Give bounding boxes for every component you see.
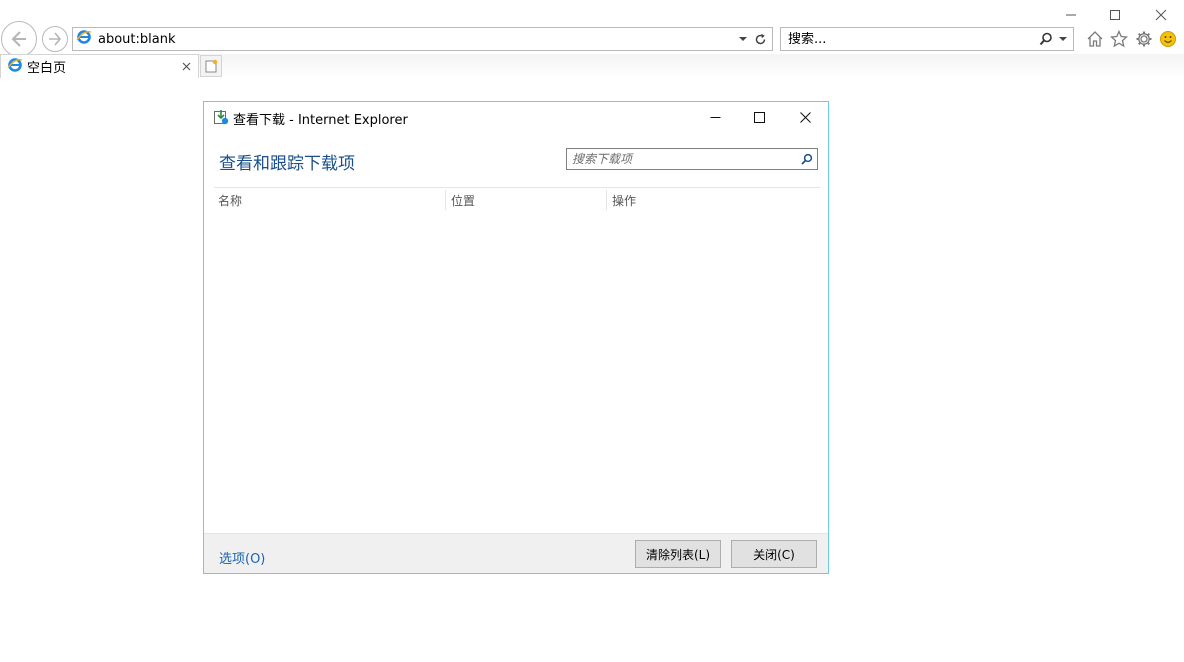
window-minimize-button[interactable]: [1060, 4, 1082, 26]
dialog-titlebar[interactable]: 查看下载 - Internet Explorer: [204, 102, 828, 132]
search-icon: [801, 153, 813, 165]
column-header-location[interactable]: 位置: [451, 192, 475, 209]
column-divider[interactable]: [606, 190, 607, 210]
star-icon: [1110, 30, 1128, 48]
dialog-maximize-button[interactable]: [748, 106, 770, 128]
downloads-search-button[interactable]: [797, 153, 817, 165]
dialog-minimize-button[interactable]: [704, 106, 726, 128]
close-icon: [799, 111, 811, 123]
tools-button[interactable]: [1133, 28, 1155, 50]
refresh-button[interactable]: [750, 33, 770, 46]
address-bar[interactable]: about:blank: [72, 27, 773, 51]
home-icon: [1087, 31, 1103, 47]
tab-label: 空白页: [27, 61, 67, 76]
minimize-icon: [710, 116, 720, 118]
forward-button[interactable]: [42, 26, 68, 52]
chevron-down-icon: [739, 37, 747, 41]
feedback-button[interactable]: [1157, 28, 1179, 50]
options-link[interactable]: 选项(O): [219, 548, 265, 567]
ie-icon: [7, 57, 23, 77]
arrow-right-icon: [49, 32, 62, 46]
close-icon: [1155, 9, 1167, 21]
minimize-icon: [1066, 14, 1076, 16]
address-text[interactable]: about:blank: [98, 32, 736, 47]
close-icon: [182, 62, 190, 71]
window-maximize-button[interactable]: [1104, 4, 1126, 26]
tab-close-button[interactable]: [178, 62, 194, 71]
downloads-search-input[interactable]: [572, 152, 797, 166]
browser-search-box[interactable]: [780, 27, 1074, 51]
dialog-title: 查看下载 - Internet Explorer: [233, 113, 408, 128]
browser-search-input[interactable]: [788, 31, 1037, 47]
clear-list-button[interactable]: 清除列表(L): [635, 540, 721, 568]
tab-bar: 空白页: [0, 54, 1184, 78]
downloads-dialog: 查看下载 - Internet Explorer 查看和跟踪下载项 名称 位置 …: [203, 101, 829, 574]
downloads-icon: [213, 109, 229, 125]
back-button[interactable]: [1, 21, 37, 57]
ie-icon: [76, 29, 92, 49]
favorites-button[interactable]: [1108, 28, 1130, 50]
gear-icon: [1136, 31, 1152, 47]
home-button[interactable]: [1084, 28, 1106, 50]
new-tab-icon: [205, 59, 218, 73]
maximize-icon: [753, 111, 765, 123]
downloads-search-box[interactable]: [566, 148, 818, 170]
dialog-footer: 选项(O) 清除列表(L) 关闭(C): [204, 533, 828, 573]
arrow-left-icon: [11, 31, 26, 47]
column-header-name[interactable]: 名称: [218, 192, 242, 209]
column-divider[interactable]: [445, 190, 446, 210]
dialog-close-button[interactable]: [794, 106, 816, 128]
column-header-actions[interactable]: 操作: [612, 192, 636, 209]
new-tab-button[interactable]: [200, 55, 222, 77]
maximize-icon: [1110, 10, 1120, 20]
chevron-down-icon: [1059, 37, 1067, 41]
dialog-heading: 查看和跟踪下载项: [219, 154, 355, 174]
smiley-icon: [1160, 31, 1176, 47]
search-button[interactable]: [1037, 32, 1055, 46]
close-button[interactable]: 关闭(C): [731, 540, 817, 568]
window-close-button[interactable]: [1150, 4, 1172, 26]
search-icon: [1039, 32, 1052, 46]
address-dropdown-button[interactable]: [736, 36, 750, 42]
search-provider-dropdown[interactable]: [1055, 36, 1071, 42]
downloads-list-header: 名称 位置 操作: [214, 187, 820, 211]
refresh-icon: [755, 33, 765, 44]
downloads-list: [214, 212, 820, 532]
tab-blank-page[interactable]: 空白页: [0, 54, 199, 78]
